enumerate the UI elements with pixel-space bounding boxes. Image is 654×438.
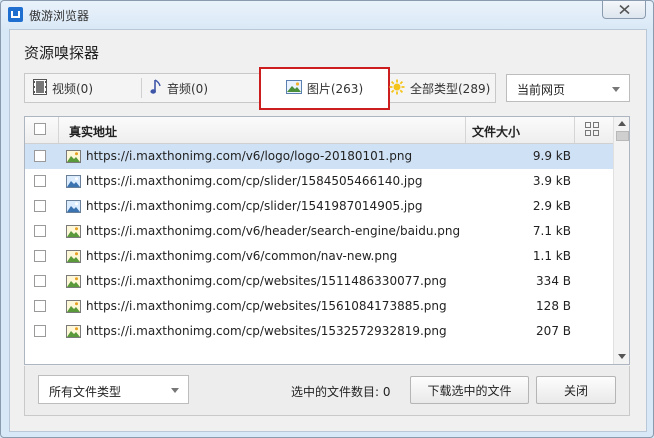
row-size: 9.9 kB xyxy=(532,149,571,163)
row-size: 207 B xyxy=(536,324,571,338)
window-title: 傲游浏览器 xyxy=(29,9,90,23)
select-all-checkbox[interactable] xyxy=(34,123,46,135)
grid-view-icon[interactable] xyxy=(585,122,599,139)
row-checkbox[interactable] xyxy=(34,275,46,287)
column-header-address[interactable]: 真实地址 xyxy=(69,123,117,140)
sunburst-icon xyxy=(389,79,405,98)
close-icon xyxy=(619,5,630,14)
row-url: https://i.maxthonimg.com/v6/logo/logo-20… xyxy=(86,149,413,163)
resource-table: 真实地址 文件大小 https://i.maxthonimg.com/v6/lo… xyxy=(24,116,630,365)
table-row[interactable]: https://i.maxthonimg.com/cp/websites/156… xyxy=(25,294,613,319)
scroll-thumb[interactable] xyxy=(616,131,629,141)
type-tab-bar: 视频(0) 音频(0) 图片(263) 全部类型(289) xyxy=(24,67,496,110)
scroll-up-icon[interactable] xyxy=(618,121,626,126)
tab-video-label: 视频(0) xyxy=(52,81,93,96)
row-url: https://i.maxthonimg.com/cp/slider/15419… xyxy=(86,199,423,213)
row-size: 334 B xyxy=(536,274,571,288)
row-url: https://i.maxthonimg.com/v6/common/nav-n… xyxy=(86,249,398,263)
film-icon xyxy=(33,78,47,98)
png-image-icon xyxy=(66,325,81,338)
row-size: 128 B xyxy=(536,299,571,313)
table-row[interactable]: https://i.maxthonimg.com/v6/header/searc… xyxy=(25,219,613,244)
png-image-icon xyxy=(66,225,81,238)
music-note-icon xyxy=(150,78,162,98)
tab-audio-label: 音频(0) xyxy=(167,81,208,96)
scroll-down-icon[interactable] xyxy=(618,354,626,359)
row-checkbox[interactable] xyxy=(34,300,46,312)
row-url: https://i.maxthonimg.com/cp/websites/151… xyxy=(86,274,447,288)
tab-all-types-label: 全部类型(289) xyxy=(410,81,491,96)
row-checkbox[interactable] xyxy=(34,150,46,162)
row-url: https://i.maxthonimg.com/v6/header/searc… xyxy=(86,224,461,238)
table-row[interactable]: https://i.maxthonimg.com/v6/logo/logo-20… xyxy=(25,144,613,169)
row-checkbox[interactable] xyxy=(34,250,46,262)
tab-all-types[interactable]: 全部类型(289) xyxy=(389,74,490,102)
column-divider xyxy=(58,117,59,143)
dialog-title: 资源嗅探器 xyxy=(24,44,100,62)
scope-select[interactable]: 当前网页 xyxy=(506,74,630,102)
table-row[interactable]: https://i.maxthonimg.com/cp/slider/15419… xyxy=(25,194,613,219)
scope-select-value: 当前网页 xyxy=(517,83,566,97)
row-url: https://i.maxthonimg.com/cp/websites/156… xyxy=(86,299,447,313)
row-size: 3.9 kB xyxy=(532,174,571,188)
chevron-down-icon xyxy=(612,87,620,92)
jpg-image-icon xyxy=(66,200,81,213)
jpg-image-icon xyxy=(66,175,81,188)
selected-count: 选中的文件数目: 0 xyxy=(291,385,391,399)
window-close-button[interactable] xyxy=(602,1,646,19)
download-selected-button[interactable]: 下载选中的文件 xyxy=(410,376,529,404)
column-divider xyxy=(465,117,466,143)
row-checkbox[interactable] xyxy=(34,225,46,237)
chevron-down-icon xyxy=(171,388,179,393)
row-checkbox[interactable] xyxy=(34,200,46,212)
file-type-filter-select[interactable]: 所有文件类型 xyxy=(38,375,189,404)
picture-icon xyxy=(285,80,302,97)
tab-image[interactable]: 图片(263) xyxy=(259,67,390,110)
png-image-icon xyxy=(66,150,81,163)
file-type-filter-value: 所有文件类型 xyxy=(49,385,122,399)
tab-audio[interactable]: 音频(0) xyxy=(150,74,208,102)
column-header-size[interactable]: 文件大小 xyxy=(472,123,520,140)
table-header: 真实地址 文件大小 xyxy=(25,117,613,144)
maxthon-logo-icon xyxy=(8,7,23,22)
row-url: https://i.maxthonimg.com/cp/slider/15845… xyxy=(86,174,423,188)
row-checkbox[interactable] xyxy=(34,325,46,337)
table-row[interactable]: https://i.maxthonimg.com/cp/slider/15845… xyxy=(25,169,613,194)
column-divider xyxy=(574,117,575,143)
tab-image-label: 图片(263) xyxy=(306,82,364,96)
tab-video[interactable]: 视频(0) xyxy=(33,74,93,102)
table-row[interactable]: https://i.maxthonimg.com/cp/websites/153… xyxy=(25,319,613,344)
row-size: 2.9 kB xyxy=(532,199,571,213)
row-size: 1.1 kB xyxy=(532,249,571,263)
title-bar: 傲游浏览器 xyxy=(1,1,653,29)
row-url: https://i.maxthonimg.com/cp/websites/153… xyxy=(86,324,447,338)
png-image-icon xyxy=(66,300,81,313)
vertical-scrollbar[interactable] xyxy=(613,117,629,364)
png-image-icon xyxy=(66,250,81,263)
table-row[interactable]: https://i.maxthonimg.com/v6/common/nav-n… xyxy=(25,244,613,269)
row-size: 7.1 kB xyxy=(532,224,571,238)
tab-divider xyxy=(141,78,142,98)
png-image-icon xyxy=(66,275,81,288)
row-checkbox[interactable] xyxy=(34,175,46,187)
table-row[interactable]: https://i.maxthonimg.com/cp/websites/151… xyxy=(25,269,613,294)
close-button[interactable]: 关闭 xyxy=(536,376,616,404)
